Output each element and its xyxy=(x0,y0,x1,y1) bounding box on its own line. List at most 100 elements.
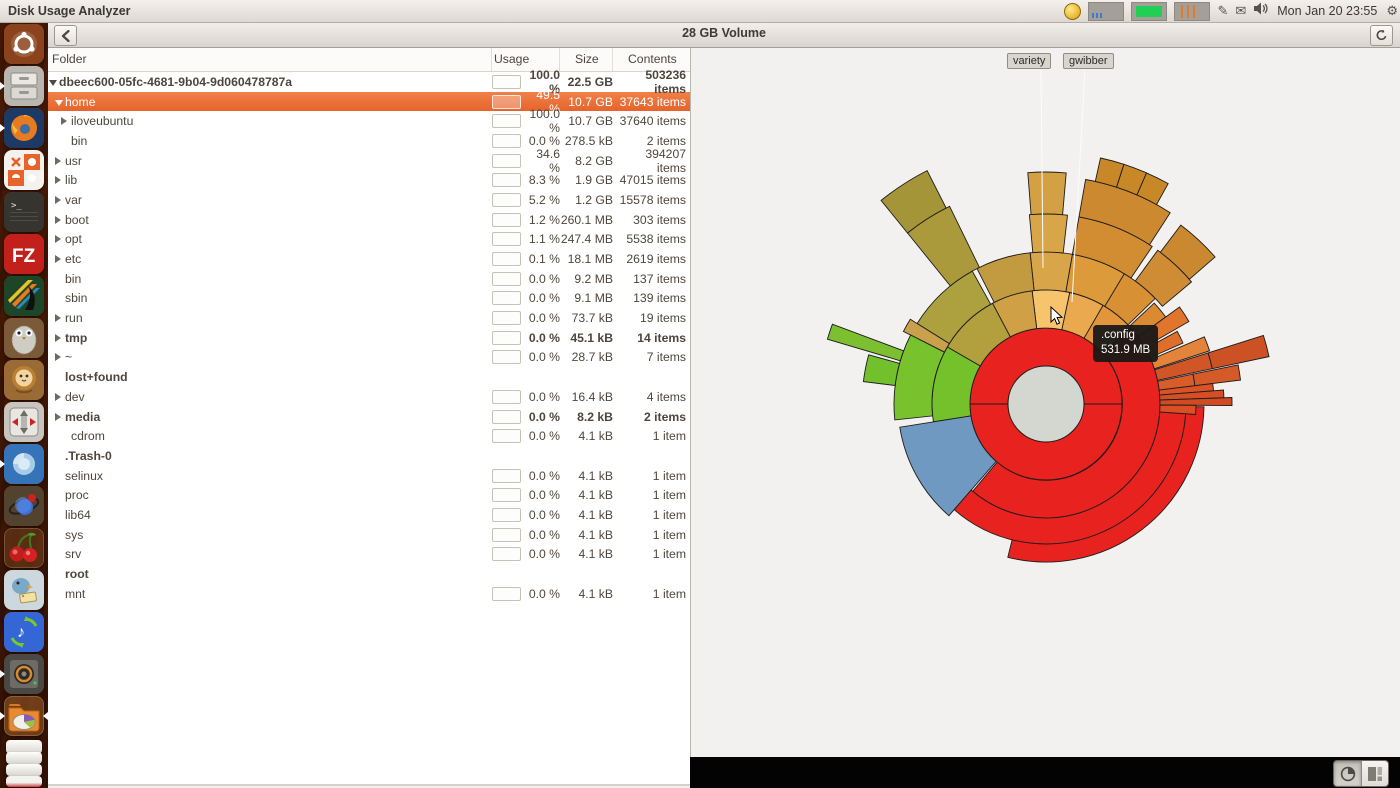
folder-contents: 37640 items xyxy=(613,114,686,128)
tree-row-~[interactable]: ~0.0 %28.7 kB7 items xyxy=(48,348,690,368)
usage-progress-bar xyxy=(492,350,521,364)
treemap-view-button[interactable] xyxy=(1361,761,1388,786)
speaker-box-app-icon[interactable] xyxy=(4,654,44,694)
tree-row-selinux[interactable]: selinux0.0 %4.1 kB1 item xyxy=(48,466,690,486)
folder-contents: 303 items xyxy=(613,213,686,227)
sync-arrows-app-icon[interactable] xyxy=(4,402,44,442)
tree-row-dbeec600-05fc-4681-9b04-9d060478787a[interactable]: dbeec600-05fc-4681-9b04-9d060478787a100.… xyxy=(48,72,690,92)
folded-launcher-icon[interactable] xyxy=(6,752,42,764)
tree-row-usr[interactable]: usr34.6 %8.2 GB394207 items xyxy=(48,151,690,171)
expander-collapsed-icon[interactable] xyxy=(55,331,65,345)
ubuntu-dash-icon[interactable] xyxy=(4,24,44,64)
tree-row-sbin[interactable]: sbin0.0 %9.1 MB139 items xyxy=(48,289,690,309)
tree-rows: dbeec600-05fc-4681-9b04-9d060478787a100.… xyxy=(48,72,690,604)
expander-collapsed-icon[interactable] xyxy=(55,252,65,266)
folder-size: 9.2 MB xyxy=(560,272,613,286)
ring-segment[interactable] xyxy=(827,324,903,361)
folder-name: iloveubuntu xyxy=(71,114,133,128)
tree-row-etc[interactable]: etc0.1 %18.1 MB2619 items xyxy=(48,249,690,269)
folder-contents: 2 items xyxy=(613,410,686,424)
expander-collapsed-icon[interactable] xyxy=(55,154,65,168)
tree-row-media[interactable]: media0.0 %8.2 kB2 items xyxy=(48,407,690,427)
window-headerbar: 28 GB Volume xyxy=(48,22,1400,48)
expander-expanded-icon[interactable] xyxy=(55,95,65,109)
expander-collapsed-icon[interactable] xyxy=(55,350,65,364)
tree-row-proc[interactable]: proc0.0 %4.1 kB1 item xyxy=(48,485,690,505)
tree-row-run[interactable]: run0.0 %73.7 kB19 items xyxy=(48,308,690,328)
ring-segment[interactable] xyxy=(1028,172,1066,215)
tree-row-lib64[interactable]: lib640.0 %4.1 kB1 item xyxy=(48,505,690,525)
rings-chart[interactable] xyxy=(691,47,1400,757)
rainbow-app-icon[interactable] xyxy=(4,276,44,316)
system-monitor-memory-indicator[interactable] xyxy=(1131,2,1167,21)
filezilla-icon[interactable]: FZ xyxy=(4,234,44,274)
volume-speaker-icon[interactable] xyxy=(1253,1,1268,21)
expander-expanded-icon[interactable] xyxy=(49,75,59,89)
disk-usage-analyzer-icon[interactable] xyxy=(4,696,44,736)
folder-name: bin xyxy=(65,272,81,286)
expander-collapsed-icon[interactable] xyxy=(55,311,65,325)
expander-collapsed-icon[interactable] xyxy=(55,173,65,187)
rings-chart-view-button[interactable] xyxy=(1334,761,1361,786)
column-header-size[interactable]: Size xyxy=(560,47,613,71)
files-icon[interactable] xyxy=(4,66,44,106)
tree-row-root[interactable]: root xyxy=(48,564,690,584)
folder-name: root xyxy=(65,567,89,581)
system-monitor-network-indicator[interactable] xyxy=(1088,2,1124,21)
tree-row-.Trash-0[interactable]: .Trash-0 xyxy=(48,446,690,466)
cherrytree-icon[interactable] xyxy=(4,528,44,568)
svg-text:♪: ♪ xyxy=(17,624,25,641)
tree-row-dev[interactable]: dev0.0 %16.4 kB4 items xyxy=(48,387,690,407)
usage-percent: 0.0 % xyxy=(523,311,560,325)
tree-row-home[interactable]: home49.5 %10.7 GB37643 items xyxy=(48,92,690,112)
notification-fish-icon[interactable] xyxy=(1064,3,1081,20)
chromium-icon[interactable] xyxy=(4,444,44,484)
clock-indicator[interactable]: Mon Jan 20 23:55 xyxy=(1275,4,1379,18)
expander-collapsed-icon[interactable] xyxy=(55,410,65,424)
folded-launcher-icon[interactable] xyxy=(6,776,42,787)
ring-segment[interactable] xyxy=(1208,335,1269,368)
chart-center-circle[interactable] xyxy=(1008,366,1084,442)
tree-row-srv[interactable]: srv0.0 %4.1 kB1 item xyxy=(48,545,690,565)
ring-segment[interactable] xyxy=(1030,252,1072,292)
app-menu-title[interactable]: Disk Usage Analyzer xyxy=(0,4,131,18)
music-sync-icon[interactable]: ♪ xyxy=(4,612,44,652)
ring-segment[interactable] xyxy=(1029,214,1067,253)
usage-progress-bar xyxy=(492,134,521,148)
folder-size: 16.4 kB xyxy=(560,390,613,404)
folder-name: lib64 xyxy=(65,508,91,522)
folder-name: srv xyxy=(65,547,81,561)
tree-row-tmp[interactable]: tmp0.0 %45.1 kB14 items xyxy=(48,328,690,348)
expander-collapsed-icon[interactable] xyxy=(61,114,71,128)
folder-size: 4.1 kB xyxy=(560,429,613,443)
folded-launcher-icon[interactable] xyxy=(6,764,42,776)
session-gear-icon[interactable]: ⚙ xyxy=(1386,0,1398,22)
expander-collapsed-icon[interactable] xyxy=(55,232,65,246)
music-tagger-bird-icon[interactable] xyxy=(4,570,44,610)
atom-orbit-app-icon[interactable] xyxy=(4,486,44,526)
column-header-folder[interactable]: Folder xyxy=(48,47,492,71)
tree-row-cdrom[interactable]: cdrom0.0 %4.1 kB1 item xyxy=(48,426,690,446)
notes-pencil-icon[interactable]: ✎ xyxy=(1217,0,1228,22)
mail-envelope-icon[interactable]: ✉ xyxy=(1235,0,1246,22)
tree-row-var[interactable]: var5.2 %1.2 GB15578 items xyxy=(48,190,690,210)
tree-row-lib[interactable]: lib8.3 %1.9 GB47015 items xyxy=(48,170,690,190)
expander-collapsed-icon[interactable] xyxy=(55,193,65,207)
tree-row-iloveubuntu[interactable]: iloveubuntu100.0 %10.7 GB37640 items xyxy=(48,111,690,131)
tree-row-bin[interactable]: bin0.0 %278.5 kB2 items xyxy=(48,131,690,151)
terminal-icon[interactable]: >_ xyxy=(4,192,44,232)
tree-row-bin[interactable]: bin0.0 %9.2 MB137 items xyxy=(48,269,690,289)
system-monitor-cpu-indicator[interactable] xyxy=(1174,2,1210,21)
tree-row-mnt[interactable]: mnt0.0 %4.1 kB1 item xyxy=(48,584,690,604)
tree-row-lost+found[interactable]: lost+found xyxy=(48,367,690,387)
firefox-icon[interactable] xyxy=(4,108,44,148)
expander-collapsed-icon[interactable] xyxy=(55,213,65,227)
lion-app-icon[interactable] xyxy=(4,360,44,400)
rescan-button[interactable] xyxy=(1370,25,1393,46)
software-center-icon[interactable] xyxy=(4,150,44,190)
expander-collapsed-icon[interactable] xyxy=(55,390,65,404)
tree-row-boot[interactable]: boot1.2 %260.1 MB303 items xyxy=(48,210,690,230)
owl-app-icon[interactable] xyxy=(4,318,44,358)
tree-row-sys[interactable]: sys0.0 %4.1 kB1 item xyxy=(48,525,690,545)
tree-row-opt[interactable]: opt1.1 %247.4 MB5538 items xyxy=(48,230,690,250)
